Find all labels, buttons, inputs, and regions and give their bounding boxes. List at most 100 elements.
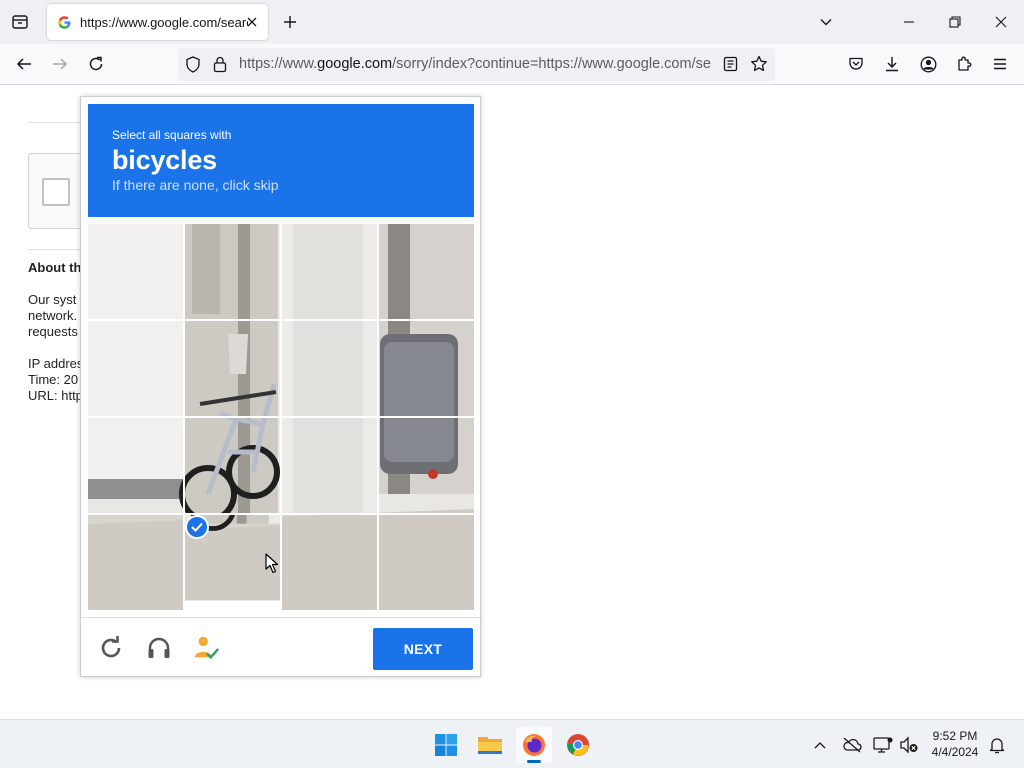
captcha-tile[interactable] xyxy=(185,224,280,319)
reload-challenge-button[interactable] xyxy=(97,634,125,662)
tab-active[interactable]: https://www.google.com/search xyxy=(47,4,268,40)
reload-icon xyxy=(101,636,121,658)
volume-muted-icon xyxy=(900,736,918,754)
reload-button[interactable] xyxy=(80,48,112,80)
tray-overflow-button[interactable] xyxy=(809,735,831,755)
onedrive-tray-button[interactable] xyxy=(841,735,863,755)
recaptcha-anchor-box xyxy=(28,153,88,229)
url-text[interactable]: https://www.google.com/sorry/index?conti… xyxy=(239,56,711,72)
firefox-view-button[interactable] xyxy=(4,6,36,38)
start-button[interactable] xyxy=(428,727,464,763)
captcha-tile[interactable] xyxy=(379,224,474,319)
info-button[interactable] xyxy=(193,634,221,662)
tab-bar: https://www.google.com/search xyxy=(0,0,1024,44)
back-button[interactable] xyxy=(8,48,40,80)
tile-selected-check-icon xyxy=(185,515,209,539)
windows-taskbar: 9:52 PM 4/4/2024 xyxy=(0,719,1024,768)
restore-icon xyxy=(949,16,961,28)
audio-challenge-button[interactable] xyxy=(145,634,173,662)
captcha-tile[interactable] xyxy=(282,515,377,610)
captcha-tile[interactable] xyxy=(88,321,183,416)
arrow-left-icon xyxy=(16,58,31,70)
captcha-tile[interactable] xyxy=(379,418,474,513)
captcha-tile[interactable] xyxy=(282,418,377,513)
captcha-tile[interactable] xyxy=(282,224,377,319)
navigation-bar: https://www.google.com/sorry/index?conti… xyxy=(0,44,1024,85)
close-window-button[interactable] xyxy=(985,6,1017,38)
captcha-tile[interactable] xyxy=(88,515,183,610)
recaptcha-challenge-dialog: Select all squares with bicycles If ther… xyxy=(80,96,482,678)
pocket-button[interactable] xyxy=(840,48,872,80)
tab-title: https://www.google.com/search xyxy=(80,14,248,30)
url-bar[interactable]: https://www.google.com/sorry/index?conti… xyxy=(178,48,775,81)
recaptcha-checkbox[interactable] xyxy=(42,178,70,206)
captcha-tile[interactable] xyxy=(185,321,280,416)
captcha-tile[interactable] xyxy=(88,418,183,513)
captcha-tile[interactable] xyxy=(379,321,474,416)
network-display-icon xyxy=(873,737,893,753)
chevron-down-icon xyxy=(820,19,832,26)
info-person-check-icon xyxy=(194,636,220,660)
new-tab-button[interactable] xyxy=(274,6,306,38)
onedrive-offline-icon xyxy=(843,737,862,753)
taskbar-clock[interactable]: 9:52 PM 4/4/2024 xyxy=(925,728,985,760)
forward-button[interactable] xyxy=(44,48,76,80)
restore-button[interactable] xyxy=(939,6,971,38)
challenge-header: Select all squares with bicycles If ther… xyxy=(88,104,474,217)
firefox-icon xyxy=(523,734,545,756)
extensions-button[interactable] xyxy=(948,48,980,80)
about-line-2: network. xyxy=(28,308,78,323)
plus-icon xyxy=(284,16,296,28)
reload-icon xyxy=(89,56,103,71)
clock-time: 9:52 PM xyxy=(932,729,978,743)
minimize-icon xyxy=(904,21,914,23)
chrome-taskbar-button[interactable] xyxy=(560,727,596,763)
download-icon xyxy=(886,57,898,72)
about-line-1: Our syst xyxy=(28,292,77,307)
file-explorer-button[interactable] xyxy=(472,727,508,763)
account-button[interactable] xyxy=(912,48,944,80)
windows-start-icon xyxy=(435,734,457,756)
url-prefix: https://www. xyxy=(239,56,318,72)
divider xyxy=(28,249,88,250)
url-path: /sorry/index?continue=https://www.google… xyxy=(392,56,711,72)
arrow-right-icon xyxy=(53,58,68,70)
captcha-tile[interactable] xyxy=(88,224,183,319)
next-button[interactable]: NEXT xyxy=(373,628,473,670)
bookmark-star-icon[interactable] xyxy=(750,55,768,78)
url-label[interactable]: URL: http xyxy=(28,388,83,403)
about-line-3: requests xyxy=(28,324,78,339)
puzzle-icon xyxy=(958,56,972,71)
captcha-tile[interactable] xyxy=(282,321,377,416)
url-host: google.com xyxy=(317,56,393,72)
reader-view-icon[interactable] xyxy=(723,56,738,77)
challenge-instruction: Select all squares with xyxy=(112,128,232,142)
account-icon xyxy=(920,56,936,72)
active-app-indicator xyxy=(527,760,541,763)
challenge-target: bicycles xyxy=(112,145,217,175)
lock-icon[interactable] xyxy=(213,56,227,78)
list-all-tabs-button[interactable] xyxy=(810,6,842,38)
pocket-icon xyxy=(849,57,863,70)
app-menu-button[interactable] xyxy=(984,48,1016,80)
shield-icon[interactable] xyxy=(185,56,201,78)
audio-headphones-icon xyxy=(148,637,170,658)
volume-tray-button[interactable] xyxy=(898,735,920,755)
captcha-tile[interactable] xyxy=(185,418,280,513)
clock-date: 4/4/2024 xyxy=(931,745,979,759)
network-tray-button[interactable] xyxy=(872,735,894,755)
mouse-cursor-icon xyxy=(265,553,279,574)
file-explorer-icon xyxy=(478,737,502,754)
tab-close-button[interactable] xyxy=(242,12,262,32)
downloads-button[interactable] xyxy=(876,48,908,80)
challenge-footer: NEXT xyxy=(81,617,482,678)
captcha-tile[interactable] xyxy=(379,515,474,610)
firefox-view-icon xyxy=(12,15,28,29)
firefox-taskbar-button[interactable] xyxy=(516,727,552,763)
chrome-icon xyxy=(567,734,589,756)
divider xyxy=(28,122,88,123)
time-label: Time: 20 xyxy=(28,372,79,387)
close-icon xyxy=(995,16,1007,28)
minimize-button[interactable] xyxy=(893,6,925,38)
notifications-button[interactable] xyxy=(986,735,1008,755)
